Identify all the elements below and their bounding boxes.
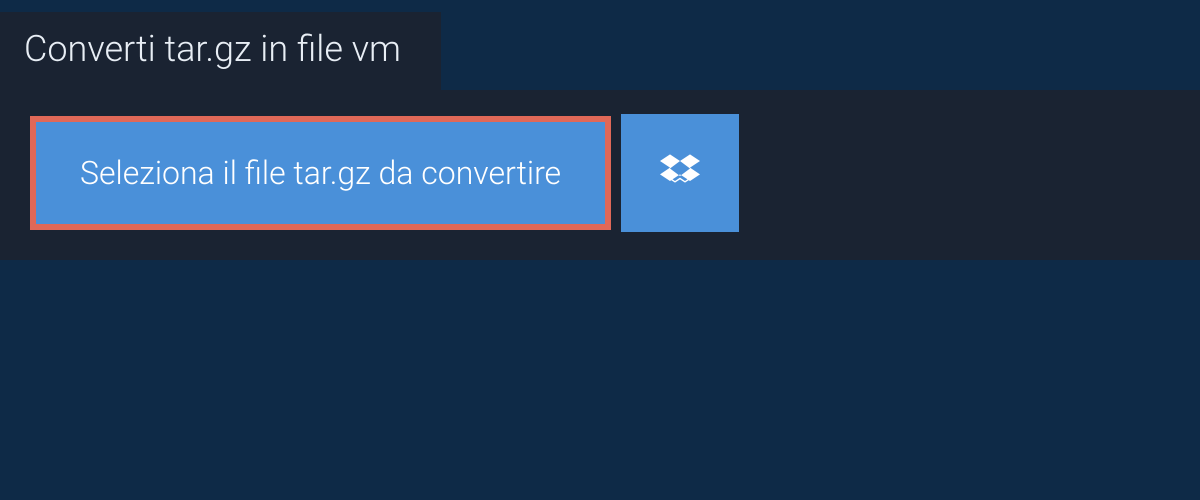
page-title: Converti tar.gz in file vm <box>24 28 401 70</box>
dropbox-icon <box>660 151 700 195</box>
dropbox-button[interactable] <box>621 114 739 232</box>
page-title-tab: Converti tar.gz in file vm <box>0 12 441 90</box>
upload-panel: Seleziona il file tar.gz da convertire <box>0 90 1200 260</box>
select-file-button[interactable]: Seleziona il file tar.gz da convertire <box>30 116 611 230</box>
select-file-label: Seleziona il file tar.gz da convertire <box>80 154 561 192</box>
